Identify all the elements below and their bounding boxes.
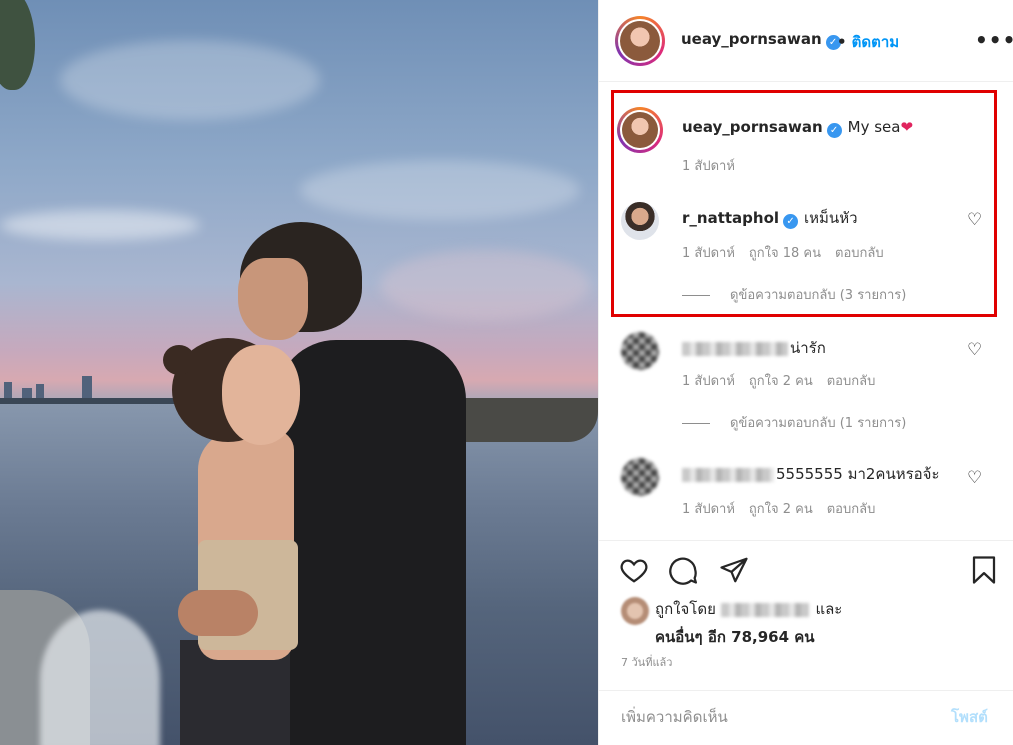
commenter-avatar[interactable] [621, 202, 659, 240]
author-username[interactable]: ueay_pornsawan ✓ [681, 30, 841, 50]
blurred-username [682, 341, 788, 356]
follow-button[interactable]: • ติดตาม [837, 30, 899, 54]
bookmark-icon[interactable] [969, 555, 999, 585]
posted-time[interactable]: 7 วันที่แล้ว [621, 653, 672, 671]
liker-avatar[interactable] [621, 597, 649, 625]
comment-text: 5555555 มา2คนหรอจ้ะ [682, 462, 940, 486]
comment-meta: 1 สัปดาห์ ถูกใจ 2 คน ตอบกลับ [682, 370, 889, 391]
comment-text: น่ารัก [682, 336, 826, 360]
comment-time[interactable]: 1 สัปดาห์ [682, 374, 735, 389]
comment-text: r_nattaphol ✓ เหม็นหัว [682, 209, 858, 229]
add-comment-bar: เพิ่มความคิดเห็น โพสต์ [599, 690, 1013, 745]
like-comment-heart-icon[interactable]: ♡ [967, 468, 982, 488]
like-comment-heart-icon[interactable]: ♡ [967, 210, 982, 230]
comment-meta: 1 สัปดาห์ [682, 155, 749, 176]
comment-username[interactable]: r_nattaphol ✓ [682, 209, 799, 229]
heart-icon[interactable] [619, 555, 649, 585]
verified-icon: ✓ [783, 214, 799, 229]
comment-meta: 1 สัปดาห์ ถูกใจ 2 คน ตอบกลับ [682, 498, 889, 519]
commenter-avatar[interactable] [621, 458, 659, 496]
post-header: ueay_pornsawan ✓ • ติดตาม ••• [599, 0, 1013, 82]
comment-username[interactable]: ueay_pornsawan ✓ [682, 118, 842, 138]
author-avatar[interactable] [615, 16, 665, 66]
comment-likes[interactable]: ถูกใจ 2 คน [749, 502, 813, 517]
post-side-panel: ueay_pornsawan ✓ • ติดตาม ••• ueay_pornsaw… [598, 0, 1013, 745]
like-comment-heart-icon[interactable]: ♡ [967, 340, 982, 360]
reply-button[interactable]: ตอบกลับ [827, 374, 876, 389]
share-icon[interactable] [719, 555, 749, 585]
reply-button[interactable]: ตอบกลับ [827, 502, 876, 517]
comment-time[interactable]: 1 สัปดาห์ [682, 246, 735, 261]
comment-text: ueay_pornsawan ✓ My sea❤ [682, 118, 914, 138]
post-photo[interactable] [0, 0, 598, 745]
heart-emoji: ❤ [900, 118, 914, 136]
comment-time[interactable]: 1 สัปดาห์ [682, 502, 735, 517]
likes-summary[interactable]: ถูกใจโดย และ คนอื่นๆ อีก 78,964 คน [655, 597, 842, 649]
view-replies-button[interactable]: ดูข้อความตอบกลับ (1 รายการ) [682, 412, 906, 433]
blurred-username [720, 602, 809, 617]
blurred-username [682, 467, 774, 482]
verified-icon: ✓ [826, 123, 842, 138]
post-comment-button[interactable]: โพสต์ [951, 705, 988, 729]
view-replies-button[interactable]: ดูข้อความตอบกลับ (3 รายการ) [682, 284, 906, 305]
reply-button[interactable]: ตอบกลับ [835, 246, 884, 261]
comment-likes[interactable]: ถูกใจ 2 คน [749, 374, 813, 389]
commenter-avatar[interactable] [621, 332, 659, 370]
comment-likes[interactable]: ถูกใจ 18 คน [749, 246, 821, 261]
comment-input[interactable]: เพิ่มความคิดเห็น [621, 705, 728, 729]
more-icon[interactable]: ••• [975, 28, 1013, 52]
comment-meta: 1 สัปดาห์ ถูกใจ 18 คน ตอบกลับ [682, 242, 898, 263]
commenter-avatar[interactable] [617, 107, 663, 153]
comment-icon[interactable] [669, 555, 699, 585]
comment-time[interactable]: 1 สัปดาห์ [682, 159, 735, 174]
